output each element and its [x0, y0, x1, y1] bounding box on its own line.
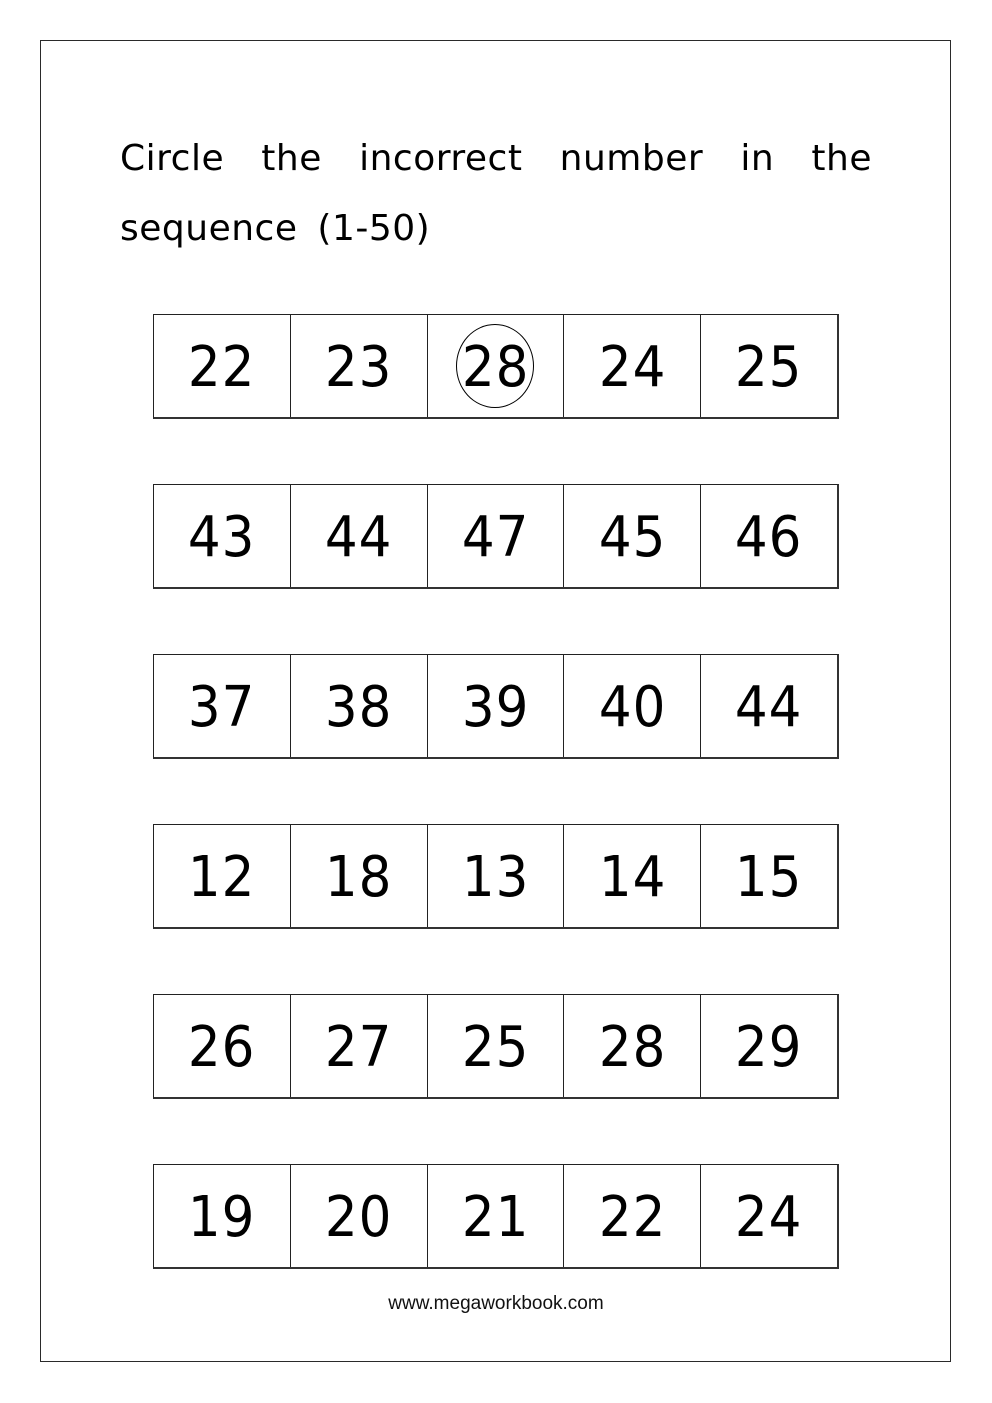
- number-cell[interactable]: 15: [701, 825, 837, 927]
- number-cell[interactable]: 23: [291, 315, 428, 417]
- number-cell[interactable]: 44: [701, 655, 837, 757]
- number: 22: [598, 1184, 666, 1250]
- instructions: Circle the incorrect number in the seque…: [120, 124, 872, 264]
- number-cell[interactable]: 39: [428, 655, 565, 757]
- number-cell[interactable]: 45: [564, 485, 702, 587]
- number: 28: [598, 1014, 666, 1080]
- number: 13: [461, 844, 530, 910]
- number-cell[interactable]: 14: [564, 825, 702, 927]
- number-cell[interactable]: 38: [291, 655, 428, 757]
- instructions-line-2: sequence (1-50): [120, 208, 431, 249]
- number: 20: [324, 1184, 393, 1250]
- sequence-row-4: 12 18 13 14 15: [153, 824, 839, 929]
- number-cell[interactable]: 18: [291, 825, 428, 927]
- number: 46: [735, 504, 803, 570]
- instructions-line-1: Circle the incorrect number in the: [120, 138, 872, 179]
- sequence-row-5: 26 27 25 28 29: [153, 994, 839, 1099]
- number: 25: [461, 1014, 530, 1080]
- number: 45: [598, 504, 666, 570]
- number-cell[interactable]: 27: [291, 995, 428, 1097]
- number-cell[interactable]: 24: [564, 315, 702, 417]
- number: 43: [188, 504, 256, 570]
- number: 19: [188, 1184, 256, 1250]
- number-cell[interactable]: 19: [154, 1165, 291, 1267]
- number-cell[interactable]: 25: [701, 315, 837, 417]
- number: 37: [188, 674, 256, 740]
- footer-url[interactable]: www.megaworkbook.com: [0, 1293, 992, 1315]
- number-cell[interactable]: 40: [564, 655, 702, 757]
- number: 38: [324, 674, 393, 740]
- number: 29: [735, 1014, 803, 1080]
- number-cell[interactable]: 28: [428, 315, 565, 417]
- number-cell[interactable]: 29: [701, 995, 837, 1097]
- number: 24: [735, 1184, 803, 1250]
- number-cell[interactable]: 43: [154, 485, 291, 587]
- number: 47: [461, 504, 530, 570]
- number: 22: [188, 334, 256, 400]
- number-cell[interactable]: 24: [701, 1165, 837, 1267]
- number-cell[interactable]: 26: [154, 995, 291, 1097]
- number-cell[interactable]: 37: [154, 655, 291, 757]
- number: 44: [735, 674, 803, 740]
- number: 15: [735, 844, 803, 910]
- number: 26: [188, 1014, 256, 1080]
- number-cell[interactable]: 22: [154, 315, 291, 417]
- number-cell[interactable]: 28: [564, 995, 702, 1097]
- number: 23: [324, 334, 393, 400]
- number-cell[interactable]: 20: [291, 1165, 428, 1267]
- number: 27: [324, 1014, 393, 1080]
- number-cell[interactable]: 46: [701, 485, 837, 587]
- sequence-row-6: 19 20 21 22 24: [153, 1164, 839, 1269]
- number: 14: [598, 844, 666, 910]
- number: 44: [324, 504, 393, 570]
- number-cell[interactable]: 47: [428, 485, 565, 587]
- number: 24: [598, 334, 666, 400]
- number-cell[interactable]: 21: [428, 1165, 565, 1267]
- sequence-row-1: 22 23 28 24 25: [153, 314, 839, 419]
- number-cell[interactable]: 12: [154, 825, 291, 927]
- sequence-row-3: 37 38 39 40 44: [153, 654, 839, 759]
- number-cell[interactable]: 44: [291, 485, 428, 587]
- number-cell[interactable]: 22: [564, 1165, 702, 1267]
- number: 39: [461, 674, 530, 740]
- sequence-row-2: 43 44 47 45 46: [153, 484, 839, 589]
- number: 21: [461, 1184, 530, 1250]
- number: 40: [598, 674, 666, 740]
- number: 25: [735, 334, 803, 400]
- number-cell[interactable]: 13: [428, 825, 565, 927]
- number: 18: [324, 844, 393, 910]
- number-cell[interactable]: 25: [428, 995, 565, 1097]
- number: 28: [461, 334, 530, 400]
- number: 12: [188, 844, 256, 910]
